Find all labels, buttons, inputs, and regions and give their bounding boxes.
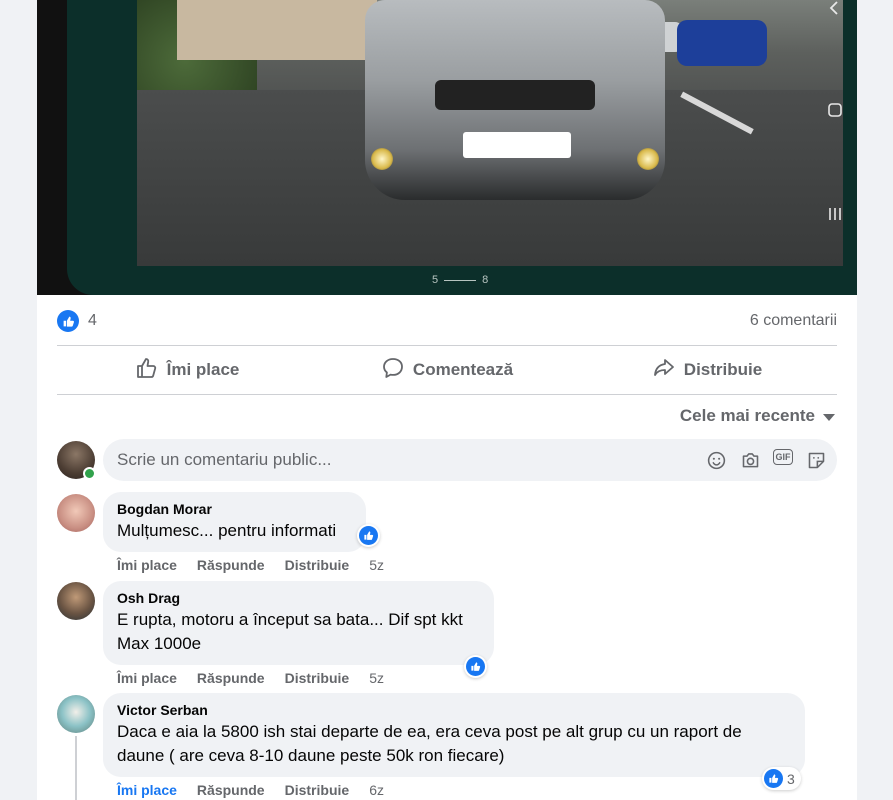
photo-pager: 5 8 [432,274,488,286]
composer-tools: GIF [705,449,827,471]
license-plate [463,132,571,158]
post-card: 5 8 4 6 comentarii Îmi place Comentează [37,0,857,800]
divider-top [57,345,837,346]
photo-main-car [365,0,665,200]
phone-frame [67,0,857,295]
comment-input[interactable] [117,450,677,470]
comment-reactions[interactable] [357,524,380,547]
comment-timestamp[interactable]: 6z [369,782,384,798]
car-photo[interactable] [137,0,843,266]
commenter-avatar[interactable] [57,582,95,620]
comments-count-link[interactable]: 6 comentarii [750,312,837,330]
comment-share-link[interactable]: Distribuie [285,670,350,686]
pager-current: 5 [432,274,439,286]
pager-divider [444,279,477,281]
like-reaction-icon [359,526,378,545]
post-media[interactable]: 5 8 [37,0,857,295]
comment-share-link[interactable]: Distribuie [285,782,350,798]
comment-button-label: Comentează [412,360,514,379]
comment-reactions[interactable]: 3 [762,767,801,790]
comment-reply-link[interactable]: Răspunde [197,782,265,798]
recents-icon[interactable] [827,206,843,225]
comment-text-line: Daca e aia la 5800 ish stai departe de e… [117,722,742,741]
comment-bubble: Osh Drag E rupta, motoru a început sa ba… [103,581,494,665]
comment-timestamp[interactable]: 5z [369,557,384,573]
commenter-avatar[interactable] [57,494,95,532]
comment-author[interactable]: Victor Serban [117,701,791,720]
share-button[interactable]: Distribuie [577,347,837,393]
comment-timestamp[interactable]: 5z [369,670,384,686]
comment-text: Mulțumesc... pentru informati [117,521,337,540]
comment-author[interactable]: Bogdan Morar [117,500,352,519]
divider-bottom [57,394,837,395]
emoji-icon[interactable] [705,449,727,471]
like-reaction-icon [57,310,79,332]
comment-share-link[interactable]: Distribuie [285,557,350,573]
pager-total: 8 [482,274,489,286]
comment-bubble-icon [381,356,405,385]
comment-text-line: daune ( are ceva 8-10 daune peste 50k ro… [117,746,505,765]
share-arrow-icon [652,356,676,385]
comment-actions: Îmi place Răspunde Distribuie 5z [117,670,384,686]
comment-like-link[interactable]: Îmi place [117,557,177,573]
like-summary[interactable]: 4 [57,310,97,332]
like-count: 4 [88,312,97,329]
like-reaction-icon [466,657,485,676]
photo-parked-car-blue [677,20,767,66]
online-status-dot [83,467,96,480]
comment-author[interactable]: Osh Drag [117,589,480,608]
camera-icon[interactable] [739,449,761,471]
fog-lamp-left [371,148,393,170]
reactions-summary: 4 6 comentarii [57,306,837,336]
commenter-avatar[interactable] [57,695,95,733]
fog-lamp-right [637,148,659,170]
comment-actions: Îmi place Răspunde Distribuie 5z [117,557,384,573]
comment-reply-link[interactable]: Răspunde [197,557,265,573]
comment-reactions[interactable] [464,655,487,678]
like-reaction-icon [764,769,783,788]
comment-button[interactable]: Comentează [317,347,577,393]
like-button[interactable]: Îmi place [57,347,317,393]
thumbs-up-icon [135,356,159,385]
comment-sort-dropdown[interactable]: Cele mai recente [680,406,835,426]
comment-text-line: Max 1000e [117,634,202,653]
viewer-nav [813,0,857,295]
home-square-icon[interactable] [827,102,843,121]
comment-sort-label: Cele mai recente [679,406,815,425]
comment-actions: Îmi place Răspunde Distribuie 6z [117,782,384,798]
caret-down-icon [823,414,835,421]
photo-building [177,0,377,60]
comment-like-link[interactable]: Îmi place [117,782,177,798]
share-button-label: Distribuie [683,360,763,379]
like-button-label: Îmi place [166,360,240,379]
comment-bubble: Victor Serban Daca e aia la 5800 ish sta… [103,693,805,777]
comment-composer: GIF [103,439,837,481]
post-actions: Îmi place Comentează Distribuie [57,347,837,393]
sticker-icon[interactable] [805,449,827,471]
comment-text-line: E rupta, motoru a început sa bata... Dif… [117,610,463,629]
comment-reaction-count: 3 [787,770,795,787]
comment-reply-link[interactable]: Răspunde [197,670,265,686]
gif-icon[interactable]: GIF [773,449,793,465]
chevron-left-icon[interactable] [827,0,841,19]
reply-thread-line [75,736,77,800]
comment-bubble: Bogdan Morar Mulțumesc... pentru informa… [103,492,366,552]
car-grille [435,80,595,110]
comment-like-link[interactable]: Îmi place [117,670,177,686]
